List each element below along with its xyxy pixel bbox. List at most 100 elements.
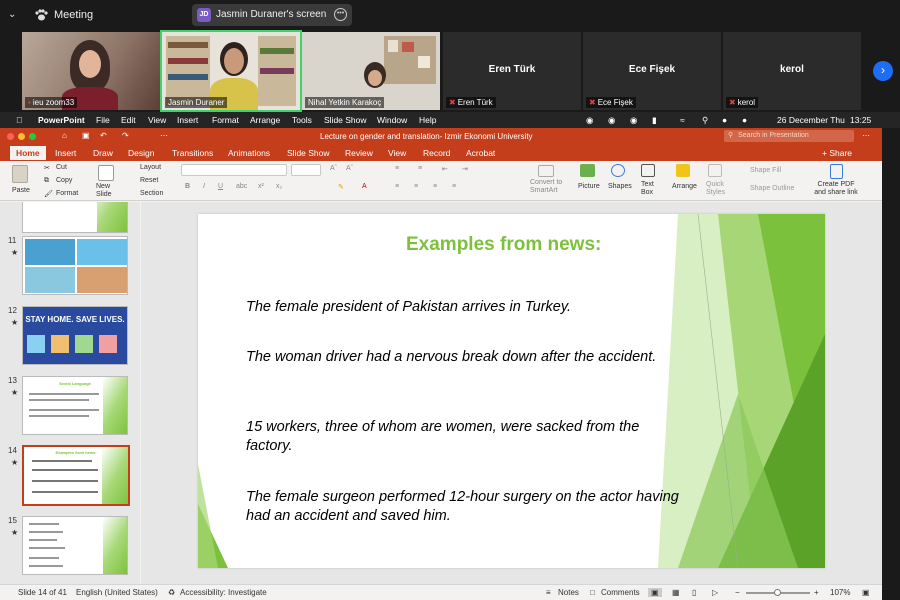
customize-toolbar-icon[interactable]: ⋯ (160, 131, 168, 140)
copy-icon[interactable]: ⧉ (44, 177, 49, 185)
align-right-icon[interactable]: ≡ (433, 183, 437, 190)
underline-button[interactable]: U (218, 183, 223, 190)
slide-thumbnail[interactable] (22, 202, 128, 233)
tab-slide-show[interactable]: Slide Show (287, 148, 330, 158)
bullets-icon[interactable]: ≡ (395, 165, 399, 172)
font-grow-icon[interactable]: Aˆ (330, 165, 337, 172)
accessibility-icon[interactable]: ♻ (168, 588, 175, 597)
next-page-button[interactable]: › (873, 61, 893, 81)
slide-thumbnail[interactable]: Sexist Language (22, 376, 128, 435)
control-center-icon[interactable]: ● (722, 115, 727, 125)
slide-text-line[interactable]: The female surgeon performed 12-hour sur… (246, 488, 686, 526)
menu-edit[interactable]: Edit (121, 115, 136, 125)
menu-arrange[interactable]: Arrange (250, 115, 280, 125)
screen-share-pill[interactable]: JD Jasmin Duraner's screen ••• (192, 4, 352, 26)
copy-button[interactable]: Copy (56, 177, 72, 184)
participant-tile-nihal[interactable]: Nihal Yetkin Karakoç (302, 32, 440, 110)
slide-thumbnail[interactable] (22, 516, 128, 575)
tab-design[interactable]: Design (128, 148, 154, 158)
strikethrough-button[interactable]: abc (236, 183, 247, 190)
new-slide-button[interactable]: New Slide (96, 183, 122, 199)
wifi-icon[interactable]: ≈ (680, 115, 685, 125)
format-painter-icon[interactable]: 🖌 (44, 190, 53, 198)
slide-thumbnail[interactable] (22, 236, 128, 295)
section-button[interactable]: Section (140, 190, 163, 197)
siri-icon[interactable]: ● (742, 115, 747, 125)
menu-slide-show[interactable]: Slide Show (324, 115, 367, 125)
tab-animations[interactable]: Animations (228, 148, 270, 158)
cut-icon[interactable]: ✂ (44, 164, 50, 172)
tab-transitions[interactable]: Transitions (172, 148, 213, 158)
shapes-button[interactable]: Shapes (608, 183, 632, 190)
tab-review[interactable]: Review (345, 148, 373, 158)
arrange-icon[interactable] (676, 164, 690, 177)
picture-icon[interactable] (580, 164, 595, 177)
cut-button[interactable]: Cut (56, 164, 67, 171)
align-center-icon[interactable]: ≡ (414, 183, 418, 190)
app-menu[interactable]: PowerPoint (38, 115, 85, 125)
zoom-slider-handle[interactable] (774, 589, 781, 596)
align-left-icon[interactable]: ≡ (395, 183, 399, 190)
slide-thumbnail[interactable]: STAY HOME. SAVE LIVES. (22, 306, 128, 365)
menu-tools[interactable]: Tools (292, 115, 312, 125)
quick-styles-icon[interactable] (708, 164, 722, 177)
reset-button[interactable]: Reset (140, 177, 158, 184)
tab-record[interactable]: Record (423, 148, 450, 158)
minimize-window-button[interactable] (18, 133, 25, 140)
notes-button[interactable]: Notes (558, 588, 579, 597)
numbering-icon[interactable]: ≡ (418, 165, 422, 172)
slideshow-icon[interactable]: ▷ (712, 588, 718, 597)
shapes-icon[interactable] (611, 164, 625, 177)
subscript-button[interactable]: x₂ (276, 183, 282, 190)
status-icon[interactable]: ◉ (608, 115, 615, 126)
save-icon[interactable]: ▣ (82, 131, 90, 140)
convert-smartart-button[interactable]: Convert to SmartArt (530, 179, 566, 195)
italic-button[interactable]: I (203, 183, 205, 190)
font-family-select[interactable] (181, 164, 287, 176)
participant-tile-kerol[interactable]: kerol ✖ kerol (723, 32, 861, 110)
superscript-button[interactable]: x² (258, 183, 264, 190)
redo-icon[interactable]: ↷ (122, 131, 129, 140)
comments-icon[interactable]: □ (590, 588, 595, 597)
accessibility-button[interactable]: Accessibility: Investigate (180, 588, 267, 597)
comments-button[interactable]: Comments (601, 588, 640, 597)
bold-button[interactable]: B (185, 183, 190, 190)
tab-view[interactable]: View (388, 148, 406, 158)
slide-thumbnail-selected[interactable]: Examples from news: (22, 445, 130, 506)
maximize-window-button[interactable] (29, 133, 36, 140)
indent-icon[interactable]: ⇤ (442, 165, 448, 173)
search-icon[interactable]: ⚲ (702, 115, 708, 126)
participant-tile-ece[interactable]: Ece Fişek ✖ Ece Fişek (583, 32, 721, 110)
justify-icon[interactable]: ≡ (452, 183, 456, 190)
zoom-in-button[interactable]: + (814, 588, 819, 597)
highlight-icon[interactable]: ✎ (338, 183, 344, 191)
fit-slide-icon[interactable]: ▣ (862, 588, 870, 597)
menu-help[interactable]: Help (419, 115, 436, 125)
slide-sorter-icon[interactable]: ▦ (672, 588, 680, 597)
menu-view[interactable]: View (148, 115, 166, 125)
new-slide-icon[interactable] (98, 165, 114, 181)
tab-home[interactable]: Home (10, 146, 46, 160)
undo-icon[interactable]: ↶ (100, 131, 107, 140)
battery-icon[interactable]: ▮ (652, 115, 657, 126)
reading-view-icon[interactable]: ▯ (692, 588, 696, 597)
status-icon[interactable]: ◉ (586, 115, 593, 126)
create-pdf-icon[interactable] (830, 164, 843, 179)
share-button[interactable]: + Share (822, 148, 852, 158)
menu-file[interactable]: File (96, 115, 110, 125)
format-painter-button[interactable]: Format (56, 190, 78, 197)
menu-format[interactable]: Format (212, 115, 239, 125)
normal-view-icon[interactable]: ▣ (648, 588, 662, 597)
participant-tile-ieu-zoom33[interactable]: ▪ ieu zoom33 (22, 32, 160, 110)
more-icon[interactable]: ⋯ (862, 131, 870, 140)
participant-tile-eren[interactable]: Eren Türk ✖ Eren Türk (443, 32, 581, 110)
arrange-button[interactable]: Arrange (672, 183, 697, 190)
slide-canvas[interactable]: Examples from news: The female president… (198, 214, 825, 568)
status-icon[interactable]: ◉ (630, 115, 637, 126)
paste-icon[interactable] (12, 165, 28, 183)
meeting-label[interactable]: Meeting (54, 9, 93, 21)
close-window-button[interactable] (7, 133, 14, 140)
tab-draw[interactable]: Draw (93, 148, 113, 158)
create-pdf-button[interactable]: Create PDF and share link (812, 181, 860, 197)
language-indicator[interactable]: English (United States) (76, 588, 158, 597)
